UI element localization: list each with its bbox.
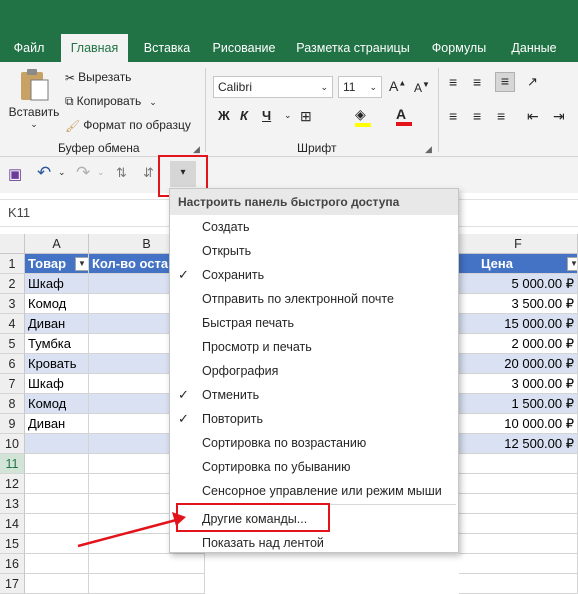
annotation-arrow-icon (77, 512, 186, 548)
